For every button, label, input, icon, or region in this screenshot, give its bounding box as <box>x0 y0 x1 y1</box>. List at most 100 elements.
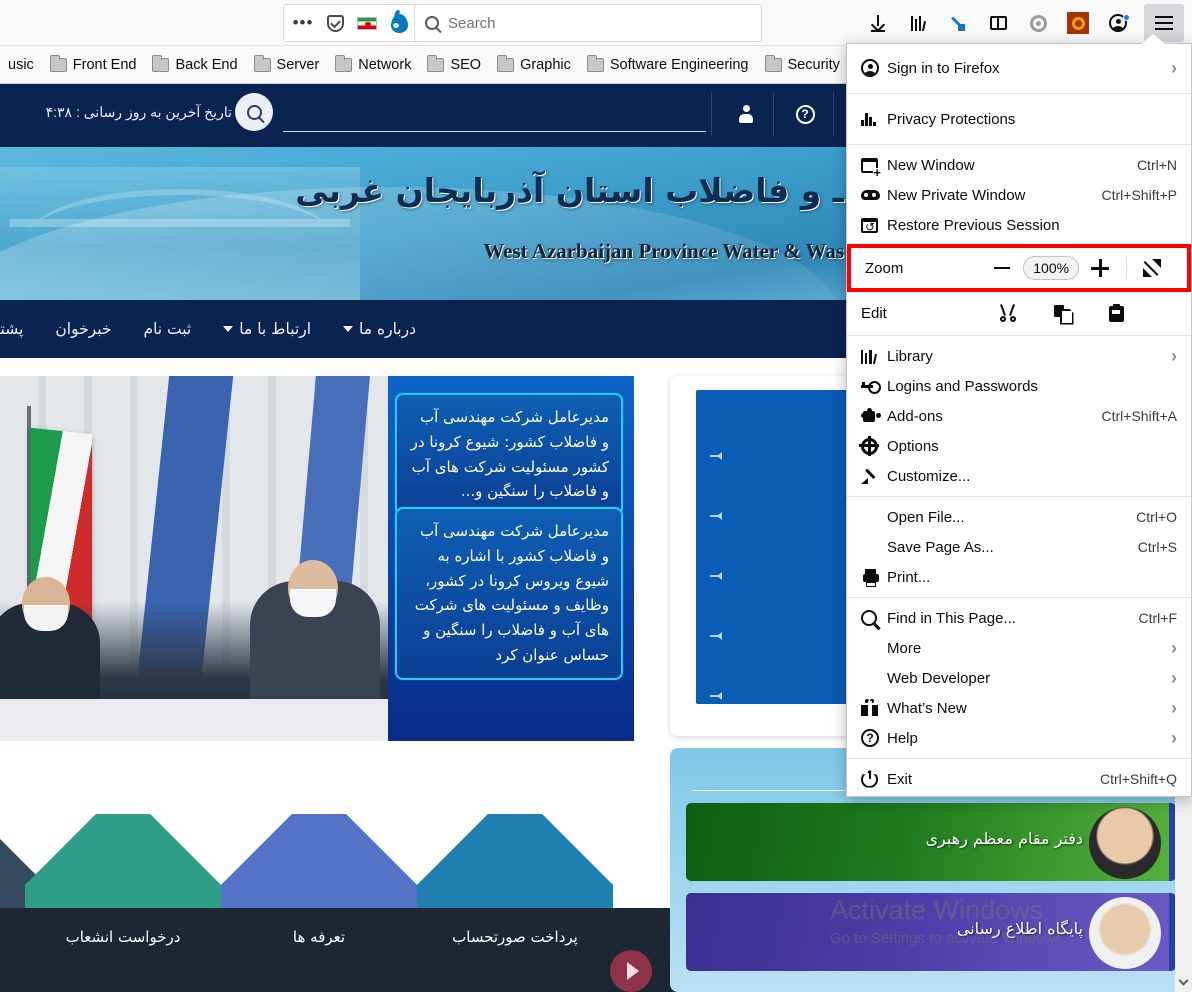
pocket-icon[interactable] <box>320 8 350 38</box>
bookmark-item-graphic[interactable]: Graphic <box>489 53 579 77</box>
bookmark-item-music[interactable]: usic <box>0 53 42 77</box>
nav-label: پشتیبانی از افراد کم توان <box>0 320 24 338</box>
menu-item-open-file[interactable]: Open File... Ctrl+O <box>847 502 1191 532</box>
news-bullet-icon <box>710 692 722 701</box>
menu-item-exit[interactable]: Exit Ctrl+Shift+Q <box>847 764 1191 794</box>
nav-item-register[interactable]: ثبت نام <box>127 320 207 338</box>
download-icon[interactable] <box>858 4 898 42</box>
nav-item-about[interactable]: درباره ما <box>327 320 432 338</box>
menu-item-label: More <box>887 639 922 657</box>
question-icon: ? <box>795 104 815 124</box>
bookmark-item-server[interactable]: Server <box>246 53 328 77</box>
bookmark-item-security[interactable]: Security <box>757 53 848 77</box>
link-banner-president-portal[interactable]: پایگاه اطلاع رسانی <box>686 893 1176 971</box>
nav-item-newsfeed[interactable]: خبرخوان <box>39 320 127 338</box>
bookmark-item-network[interactable]: Network <box>327 53 419 77</box>
menu-item-customize[interactable]: Customize... <box>847 461 1191 491</box>
menu-item-new-private-window[interactable]: New Private Window Ctrl+Shift+P <box>847 180 1191 210</box>
folder-icon <box>427 54 445 72</box>
link-banner-leader-office[interactable]: دفتر مقام معظم رهبری <box>686 803 1176 881</box>
menu-item-new-window[interactable]: New Window Ctrl+N <box>847 150 1191 180</box>
site-search-input[interactable] <box>283 131 706 132</box>
service-tile-tariffs[interactable]: تعرفه ها <box>221 814 417 952</box>
bookmark-item-seo[interactable]: SEO <box>419 53 489 77</box>
bookmark-label: SEO <box>450 56 482 73</box>
paste-button[interactable] <box>1089 298 1143 328</box>
eyedropper-icon[interactable] <box>938 4 978 42</box>
library-icon[interactable] <box>898 4 938 42</box>
copy-button[interactable] <box>1035 298 1089 328</box>
menu-item-label: Logins and Passwords <box>887 377 1038 395</box>
slider-photo <box>0 376 388 741</box>
chevron-right-icon: › <box>1171 668 1177 688</box>
menu-item-save-page-as[interactable]: Save Page As... Ctrl+S <box>847 532 1191 562</box>
menu-item-label: Customize... <box>887 467 971 485</box>
bookmark-label: Network <box>358 56 412 73</box>
menu-item-find-in-this-page[interactable]: Find in This Page... Ctrl+F <box>847 603 1191 633</box>
gift-icon <box>861 698 887 716</box>
service-tile-connection-request[interactable]: درخواست انشعاب <box>25 814 221 952</box>
fullscreen-button[interactable] <box>1131 253 1173 283</box>
drupal-icon[interactable] <box>384 8 414 38</box>
hero-slider[interactable]: مدیرعامل شرکت مهندسی آب و فاضلاب کشور: ش… <box>0 376 634 741</box>
cut-button[interactable] <box>981 298 1035 328</box>
overflow-dots-icon[interactable]: ••• <box>288 8 318 38</box>
slider-caption-2[interactable]: مدیرعامل شرکت مهندسی آب و فاضلاب کشور با… <box>395 507 623 680</box>
menu-item-logins-and-passwords[interactable]: Logins and Passwords <box>847 371 1191 401</box>
menu-item-privacy-protections[interactable]: Privacy Protections <box>847 99 1191 139</box>
menu-item-options[interactable]: Options <box>847 431 1191 461</box>
menu-item-label: Exit <box>887 770 913 788</box>
menu-separator <box>847 496 1191 497</box>
menu-item-more[interactable]: More › <box>847 633 1191 663</box>
site-account-button[interactable] <box>733 100 759 128</box>
news-bullet-icon <box>710 452 722 461</box>
slider-next-button[interactable] <box>610 950 652 992</box>
menu-item-library[interactable]: Library › <box>847 341 1191 371</box>
service-label: درخواست انشعاب <box>65 928 181 946</box>
menu-item-shortcut: Ctrl+O <box>1136 509 1177 525</box>
service-tile-pay-bill[interactable]: پرداخت صورتحساب <box>417 814 613 952</box>
scrollbar-down-button[interactable] <box>1175 975 1192 992</box>
menu-item-label: Privacy Protections <box>887 110 1016 128</box>
nav-item-contact[interactable]: ارتباط با ما <box>207 320 327 338</box>
menu-item-label: Web Developer <box>887 669 991 687</box>
bookmark-label: Back End <box>175 56 238 73</box>
search-input[interactable]: Search <box>414 4 762 42</box>
site-search-button[interactable] <box>235 93 273 131</box>
bookmark-item-front-end[interactable]: Front End <box>42 53 145 77</box>
printer-icon <box>861 569 887 587</box>
sidebar-icon[interactable] <box>978 4 1018 42</box>
menu-item-print[interactable]: Print... <box>847 562 1191 592</box>
bookmark-item-back-end[interactable]: Back End <box>144 53 245 77</box>
zoom-row-highlight: Zoom 100% <box>847 244 1191 292</box>
menu-item-web-developer[interactable]: Web Developer › <box>847 663 1191 693</box>
gear-gray-icon[interactable] <box>1018 4 1058 42</box>
search-icon <box>425 16 439 30</box>
gear-orange-icon[interactable] <box>1058 4 1098 42</box>
menu-item-sign-in-to-firefox[interactable]: Sign in to Firefox › <box>847 48 1191 88</box>
zoom-out-button[interactable] <box>981 253 1023 283</box>
search-icon <box>861 610 887 626</box>
zoom-level-value[interactable]: 100% <box>1023 256 1080 280</box>
menu-item-add-ons[interactable]: Add-ons Ctrl+Shift+A <box>847 401 1191 431</box>
menu-separator <box>847 597 1191 598</box>
menu-item-help[interactable]: ? Help › <box>847 723 1191 753</box>
menu-item-label: What’s New <box>887 699 967 717</box>
account-icon[interactable] <box>1098 4 1138 42</box>
iran-flag-icon[interactable] <box>352 8 382 38</box>
menu-item-restore-previous-session[interactable]: Restore Previous Session <box>847 210 1191 240</box>
folder-icon <box>764 54 782 72</box>
bookmark-item-software-engineering[interactable]: Software Engineering <box>579 53 757 77</box>
nav-label: درباره ما <box>359 320 416 338</box>
face-mask <box>290 589 336 617</box>
nav-item-accessibility[interactable]: پشتیبانی از افراد کم توان <box>0 320 39 338</box>
menu-item-shortcut: Ctrl+Shift+P <box>1101 187 1177 203</box>
bookmark-label: usic <box>8 56 34 73</box>
copy-icon <box>1053 304 1071 322</box>
site-help-button[interactable]: ? <box>792 100 818 128</box>
bookmark-label: Software Engineering <box>609 56 749 73</box>
slider-caption-1[interactable]: مدیرعامل شرکت مهندسی آب و فاضلاب کشور: ش… <box>395 393 623 516</box>
zoom-in-button[interactable] <box>1079 253 1121 283</box>
menu-item-whats-new[interactable]: What’s New › <box>847 693 1191 723</box>
navigation-toolbar: ••• Search <box>0 0 1192 46</box>
